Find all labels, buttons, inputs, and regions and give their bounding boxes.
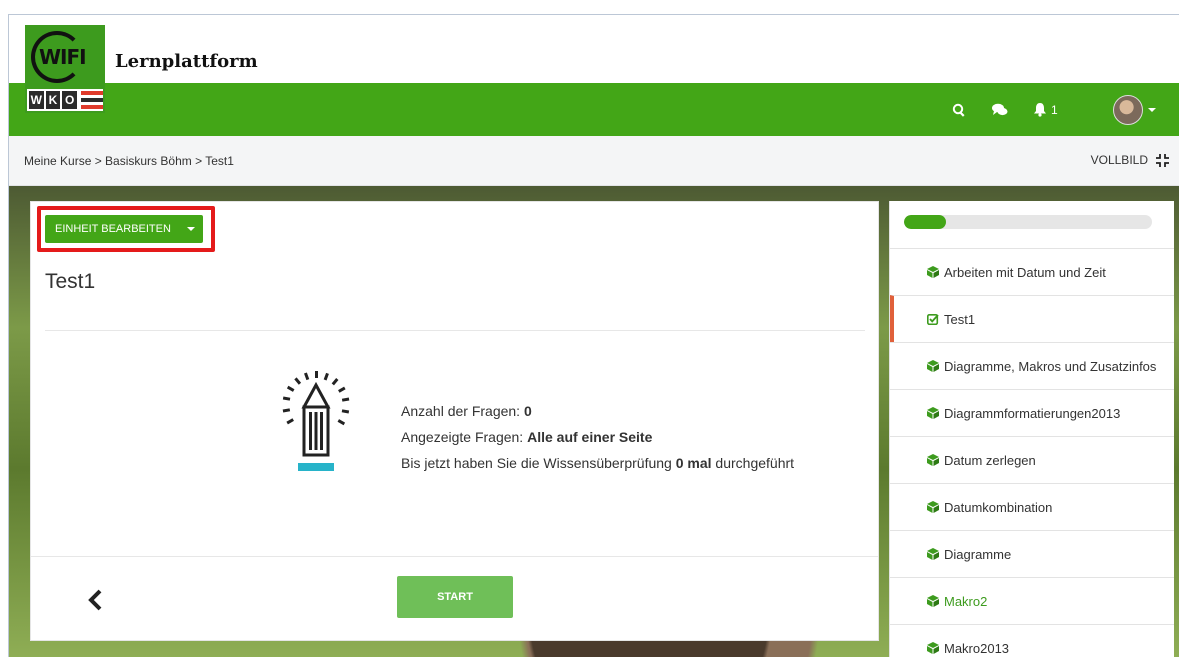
check-square-icon <box>927 314 939 325</box>
app-title: Lernplattform <box>115 51 258 72</box>
sidebar-item-diagrammformatierungen2013[interactable]: Diagrammformatierungen2013 <box>890 389 1174 436</box>
sidebar-item-test1[interactable]: Test1 <box>890 295 1174 342</box>
fullscreen-toggle[interactable]: VOLLBILD <box>1091 153 1169 167</box>
attempts: Bis jetzt haben Sie die Wissensüberprüfu… <box>401 455 795 471</box>
sidebar-item-label: Diagrammformatierungen2013 <box>944 405 1121 421</box>
divider <box>31 556 878 557</box>
main-navbar: 1 <box>9 83 1179 136</box>
cube-icon <box>927 266 939 278</box>
unit-sidebar: Arbeiten mit Datum und Zeit Test1 Diagra… <box>889 201 1174 657</box>
sidebar-item-label: Makro2013 <box>944 640 1010 656</box>
user-menu[interactable] <box>1113 83 1156 136</box>
cube-icon <box>927 548 939 560</box>
app-frame: WIFI W K O Lernplattform 1 Meine Kurse >… <box>8 14 1179 657</box>
sidebar-item-datumkombination[interactable]: Datumkombination <box>890 483 1174 530</box>
fullscreen-label: VOLLBILD <box>1090 153 1148 167</box>
sidebar-item-makro2[interactable]: Makro2 <box>890 577 1174 624</box>
course-progress-bar <box>904 215 1152 229</box>
sidebar-item-diagramme[interactable]: Diagramme <box>890 530 1174 577</box>
notification-count: 1 <box>1051 102 1058 117</box>
sidebar-item-label: Diagramme, Makros und Zusatzinfos <box>944 358 1157 374</box>
start-button[interactable]: START <box>397 576 513 618</box>
sidebar-item-datum-zerlegen[interactable]: Datum zerlegen <box>890 436 1174 483</box>
sidebar-item-label: Datum zerlegen <box>944 452 1036 468</box>
question-count: Anzahl der Fragen: 0 <box>401 403 532 419</box>
chevron-left-icon[interactable] <box>86 588 106 612</box>
sidebar-item-label: Test1 <box>944 311 976 327</box>
compress-icon <box>1156 153 1169 167</box>
sidebar-item-label: Diagramme <box>944 546 1012 562</box>
avatar <box>1113 94 1143 125</box>
cube-icon <box>927 454 939 466</box>
progress-fill <box>904 215 947 229</box>
shown-questions: Angezeigte Fragen: Alle auf einer Seite <box>401 429 653 445</box>
cube-icon <box>927 595 939 607</box>
chat-icon[interactable] <box>992 83 1008 136</box>
bell-icon <box>1034 103 1046 117</box>
breadcrumb-bar: Meine Kurse > Basiskurs Böhm > Test1 VOL… <box>9 136 1179 186</box>
cube-icon <box>927 360 939 372</box>
page-title: Test1 <box>45 270 96 293</box>
wifi-logo[interactable]: WIFI W K O <box>25 25 105 113</box>
wko-logo: W K O <box>25 87 105 113</box>
cube-icon <box>927 501 939 513</box>
chevron-down-icon <box>1148 107 1156 112</box>
divider <box>45 330 865 331</box>
sidebar-item-arbeiten-mit-datum-und-zeit[interactable]: Arbeiten mit Datum und Zeit <box>890 248 1174 295</box>
edit-unit-button[interactable]: EINHEIT BEARBEITEN <box>45 215 203 243</box>
sidebar-item-label: Datumkombination <box>944 499 1053 515</box>
unit-card: EINHEIT BEARBEITEN Test1 Anzahl der Frag… <box>30 201 879 641</box>
cube-icon <box>927 642 939 654</box>
wifi-logo-mark: WIFI <box>25 25 105 87</box>
sidebar-item-diagramme-makros-und-zusatzinfos[interactable]: Diagramme, Makros und Zusatzinfos <box>890 342 1174 389</box>
sidebar-item-label: Makro2 <box>944 593 988 609</box>
breadcrumb[interactable]: Meine Kurse > Basiskurs Böhm > Test1 <box>24 154 234 168</box>
pencil-icon <box>282 371 350 471</box>
search-icon[interactable] <box>952 83 966 136</box>
quiz-info: Anzahl der Fragen: 0 Angezeigte Fragen: … <box>401 398 794 476</box>
notifications-button[interactable]: 1 <box>1033 83 1058 136</box>
sidebar-item-makro2013[interactable]: Makro2013 <box>890 624 1174 657</box>
cube-icon <box>927 407 939 419</box>
edit-unit-label: EINHEIT BEARBEITEN <box>55 223 171 235</box>
sidebar-item-label: Arbeiten mit Datum und Zeit <box>944 264 1106 280</box>
top-header: WIFI W K O Lernplattform <box>9 15 1179 113</box>
chevron-down-icon <box>186 227 195 231</box>
